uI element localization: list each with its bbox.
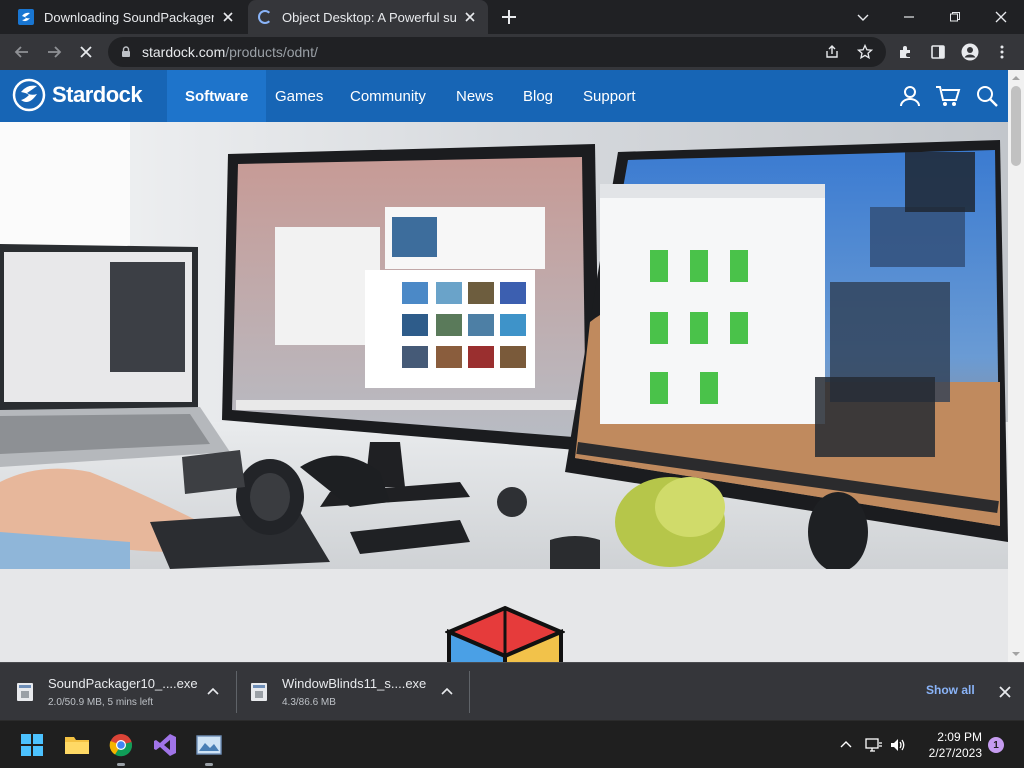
chevron-up-icon[interactable] [440,685,454,699]
clock-date: 2/27/2023 [928,746,982,760]
installer-file-icon [250,682,268,702]
restore-button[interactable] [932,0,978,34]
scroll-down-icon[interactable] [1008,649,1024,659]
chrome-menu-icon[interactable] [990,40,1014,64]
tab-title: Object Desktop: A Powerful suite [282,9,456,25]
stardock-logo[interactable]: Stardock [12,78,143,112]
tab-strip: Downloading SoundPackager : St Object De… [0,0,1024,34]
logo-wordmark: Stardock [52,82,143,107]
object-desktop-cube-icon [445,605,565,662]
download-separator [469,671,470,713]
hero-desk-illustration [0,122,1008,569]
account-icon[interactable] [898,84,922,108]
cart-icon[interactable] [935,84,961,108]
page-scrollbar[interactable] [1008,70,1024,662]
back-button[interactable] [10,40,34,64]
url-text[interactable]: stardock.com/products/odnt/ [142,44,318,60]
nav-blog[interactable]: Blog [523,70,553,122]
tab-close-icon[interactable] [220,9,236,25]
nav-software[interactable]: Software [167,70,267,122]
bookmark-star-icon[interactable] [853,40,877,64]
product-section [0,569,1008,662]
download-status: 2.0/50.9 MB, 5 mins left [48,697,154,708]
close-download-bar-icon[interactable] [998,685,1012,699]
loading-spinner-icon [258,10,272,24]
file-explorer-icon[interactable] [61,729,93,761]
url-path: /products/odnt/ [225,44,318,60]
image-viewer-icon[interactable] [193,729,225,766]
download-status: 4.3/86.6 MB [282,697,336,708]
notification-badge[interactable]: 1 [988,737,1004,753]
search-icon[interactable] [975,84,999,108]
download-item-windowblinds[interactable]: WindowBlinds11_s....exe 4.3/86.6 MB [234,663,468,721]
download-item-soundpackager[interactable]: SoundPackager10_....exe 2.0/50.9 MB, 5 m… [0,663,234,721]
nav-support[interactable]: Support [583,70,636,122]
side-panel-icon[interactable] [926,40,950,64]
start-icon[interactable] [16,729,48,761]
url-host: stardock.com [142,44,226,60]
chrome-icon[interactable] [105,729,137,766]
tab-close-icon[interactable] [462,9,478,25]
windows-taskbar: 2:09 PM 2/27/2023 1 [0,720,1024,768]
network-icon[interactable] [864,735,884,755]
show-hidden-icons-chevron-icon[interactable] [836,735,856,755]
tab-soundpackager[interactable]: Downloading SoundPackager : St [8,0,246,34]
chevron-up-icon[interactable] [206,685,220,699]
hero-image [0,122,1008,569]
lock-icon[interactable] [119,45,133,59]
stardock-logo-icon [12,78,46,112]
tab-search-chevron-icon[interactable] [840,0,886,34]
forward-button[interactable] [42,40,66,64]
profile-avatar-icon[interactable] [958,40,982,64]
browser-toolbar: stardock.com/products/odnt/ [0,34,1024,70]
download-filename: SoundPackager10_....exe [48,676,198,691]
scrollbar-thumb[interactable] [1011,86,1021,166]
nav-community[interactable]: Community [350,70,426,122]
download-bar: SoundPackager10_....exe 2.0/50.9 MB, 5 m… [0,662,1024,720]
show-all-downloads-button[interactable]: Show all [916,681,985,699]
scroll-up-icon[interactable] [1008,73,1024,83]
clock-time: 2:09 PM [937,730,982,744]
tab-title: Downloading SoundPackager : St [44,9,214,25]
tab-object-desktop[interactable]: Object Desktop: A Powerful suite [248,0,488,34]
new-tab-button[interactable] [498,6,520,28]
share-icon[interactable] [820,40,844,64]
address-bar[interactable]: stardock.com/products/odnt/ [108,37,886,67]
stop-loading-button[interactable] [74,40,98,64]
minimize-button[interactable] [886,0,932,34]
extensions-icon[interactable] [894,40,918,64]
web-page: Stardock Software Games Community News B… [0,70,1008,662]
installer-file-icon [16,682,34,702]
visual-studio-icon[interactable] [149,729,181,761]
download-filename: WindowBlinds11_s....exe [282,676,427,691]
stardock-favicon-icon [18,9,34,25]
volume-icon[interactable] [888,735,908,755]
nav-games[interactable]: Games [275,70,323,122]
nav-news[interactable]: News [456,70,494,122]
stardock-navbar: Stardock Software Games Community News B… [0,70,1008,122]
taskbar-clock[interactable]: 2:09 PM 2/27/2023 [918,729,982,761]
close-window-button[interactable] [978,0,1024,34]
